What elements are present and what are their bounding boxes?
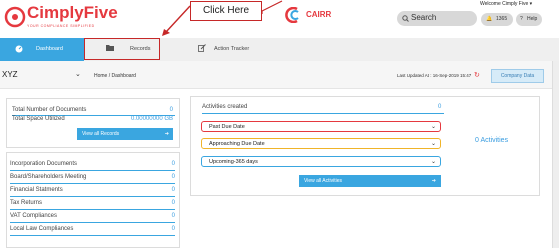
company-name: XYZ: [2, 70, 18, 79]
refresh-icon[interactable]: ↻: [474, 71, 480, 79]
scrollbar[interactable]: [552, 61, 559, 248]
breadcrumb-bar: XYZ ⌄ Home / Dashboard Last Updated At :…: [0, 61, 559, 89]
filter-label: Past Due Date: [209, 124, 245, 130]
callout-pointer-icon: [162, 5, 191, 36]
category-label: Incorporation Documents: [10, 161, 78, 167]
view-all-activities-button[interactable]: View all Activities ➔: [299, 175, 441, 187]
search-box[interactable]: Search: [397, 11, 477, 26]
category-label: Tax Returns: [10, 200, 43, 206]
brand-name: CimplyFive: [27, 3, 118, 22]
notifications-count: 1365: [496, 16, 508, 22]
category-label: Financial Statments: [10, 187, 63, 193]
view-all-records-button[interactable]: View all Records ➔: [77, 128, 173, 140]
records-summary-panel: Total Number of Documents 0 Total Space …: [6, 98, 180, 148]
category-value: 0: [171, 174, 175, 180]
records-tab-highlight: [84, 38, 160, 60]
category-label: Board/Shareholders Meeting: [10, 174, 87, 180]
tab-dashboard[interactable]: Dashboard: [0, 38, 84, 61]
dashboard-icon: [15, 45, 23, 53]
activities-summary: 0 Activities: [475, 137, 509, 144]
chevron-down-icon: ⌄: [430, 159, 436, 165]
filter-label: Upcoming-365 days: [209, 159, 258, 165]
category-value: 0: [171, 213, 175, 219]
search-icon: [402, 15, 409, 22]
arrow-right-icon: ➔: [431, 178, 436, 184]
chevron-down-icon: ⌄: [430, 124, 436, 130]
tab-dashboard-label: Dashboard: [36, 46, 63, 52]
help-icon: ?: [520, 16, 523, 22]
category-label: Local Law Compliances: [10, 226, 74, 232]
view-all-activities-label: View all Activities: [304, 178, 342, 184]
category-item[interactable]: Local Law Compliances 0: [10, 224, 175, 236]
last-updated: Last Updated At : 16-Sep-2019 15:47: [397, 73, 472, 78]
upcoming-filter[interactable]: Upcoming-365 days ⌄: [201, 156, 441, 167]
partner-name: CAIRR: [306, 10, 332, 19]
chevron-down-icon: ▾: [529, 1, 533, 7]
filter-label: Approaching Due Date: [209, 141, 265, 147]
brand-tagline: YOUR COMPLIANCE SIMPLIFIED: [27, 24, 95, 28]
category-value: 0: [171, 226, 175, 232]
approaching-due-filter[interactable]: Approaching Due Date ⌄: [201, 138, 441, 149]
bell-icon: 🔔: [486, 16, 493, 22]
search-input[interactable]: Search: [411, 13, 436, 22]
cairr-logo-icon: [285, 7, 299, 23]
help-button[interactable]: ? Help: [516, 13, 542, 26]
space-value: 0.00000000 GB: [130, 116, 173, 122]
space-label: Total Space Utilized: [12, 116, 65, 122]
top-header: CimplyFive YOUR COMPLIANCE SIMPLIFIED Cl…: [0, 0, 559, 38]
category-item[interactable]: Incorporation Documents 0: [10, 159, 175, 171]
help-label: Help: [527, 16, 538, 22]
category-value: 0: [171, 200, 175, 206]
category-item[interactable]: Tax Returns 0: [10, 198, 175, 210]
past-due-filter[interactable]: Past Due Date ⌄: [201, 121, 441, 132]
category-item[interactable]: Financial Statments 0: [10, 185, 175, 197]
tab-action-tracker[interactable]: Action Tracker: [185, 38, 275, 61]
welcome-text: Welcome Cimply Five: [480, 1, 529, 7]
company-select[interactable]: XYZ: [2, 70, 18, 79]
company-data-button[interactable]: Company Data: [491, 69, 544, 83]
welcome-user[interactable]: Welcome Cimply Five ▾: [480, 1, 532, 7]
tab-action-tracker-label: Action Tracker: [214, 46, 250, 52]
edit-icon: [198, 44, 206, 52]
category-item[interactable]: VAT Compliances 0: [10, 211, 175, 223]
category-value: 0: [171, 187, 175, 193]
chevron-down-icon[interactable]: ⌄: [75, 70, 81, 78]
view-all-records-label: View all Records: [82, 131, 120, 137]
breadcrumb[interactable]: Home / Dashboard: [94, 73, 136, 79]
activities-count: 0: [438, 104, 442, 110]
total-docs-label: Total Number of Documents: [12, 107, 87, 113]
arrow-right-icon: ➔: [164, 131, 169, 137]
category-item[interactable]: Board/Shareholders Meeting 0: [10, 172, 175, 184]
notifications-button[interactable]: 🔔 1365: [481, 13, 513, 26]
click-here-callout: Click Here: [190, 1, 262, 21]
activities-title: Activities created: [202, 104, 248, 110]
cimplyfive-logo-icon: [4, 6, 26, 28]
chevron-down-icon: ⌄: [430, 141, 436, 147]
category-label: VAT Compliances: [10, 213, 58, 219]
category-value: 0: [171, 161, 175, 167]
total-docs-value: 0: [169, 107, 173, 113]
